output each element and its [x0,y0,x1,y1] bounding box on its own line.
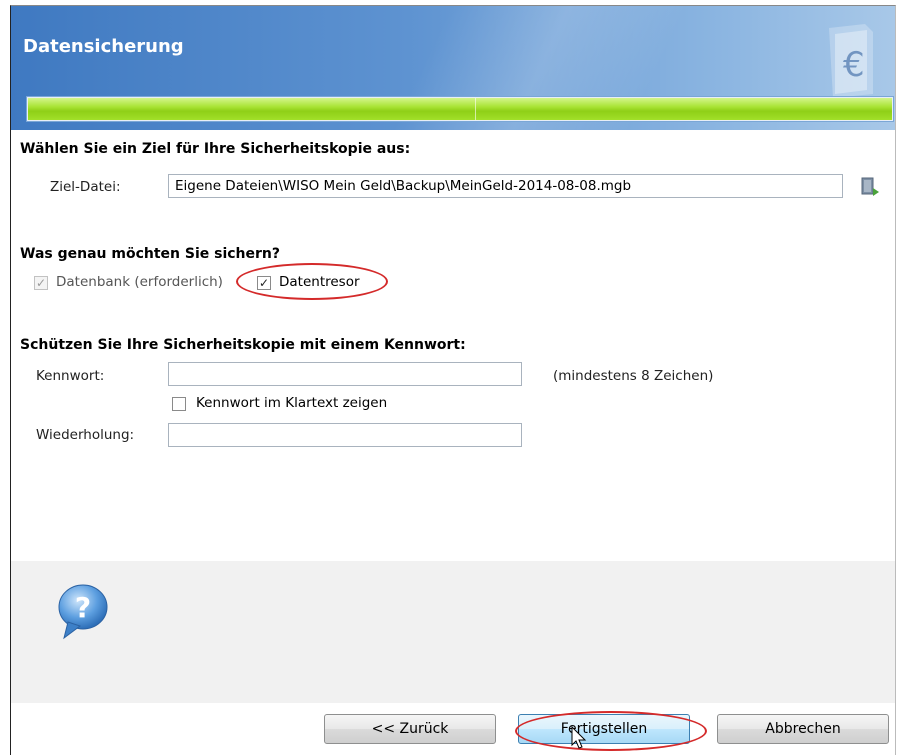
dialog-title: Datensicherung [23,36,184,57]
target-file-label: Ziel-Datei: [50,179,121,195]
euro-logo-icon: € [829,24,873,98]
folder-browse-icon[interactable] [860,176,880,198]
wizard-header: Datensicherung € [11,6,895,130]
target-heading: Wählen Sie ein Ziel für Ihre Sicherheits… [20,141,411,157]
datentresor-checkbox-label[interactable]: Datentresor [279,274,360,290]
finish-button[interactable]: Fertigstellen [518,714,690,744]
database-checkbox: ✓ [34,276,48,290]
svg-text:€: € [843,45,865,85]
password-heading: Schützen Sie Ihre Sicherheitskopie mit e… [20,337,466,353]
password-label: Kennwort: [36,368,105,384]
back-button[interactable]: << Zurück [324,714,496,744]
repeat-input[interactable] [168,423,522,447]
cancel-button[interactable]: Abbrechen [717,714,889,744]
database-checkbox-label: Datenbank (erforderlich) [56,274,223,290]
repeat-label: Wiederholung: [36,427,135,443]
password-hint: (mindestens 8 Zeichen) [553,368,714,384]
datentresor-checkbox[interactable]: ✓ [257,276,271,290]
show-plaintext-checkbox[interactable] [172,397,186,411]
mouse-cursor-icon [571,726,587,749]
help-panel [11,561,895,703]
svg-text:?: ? [75,591,91,624]
progress-fill [28,98,892,120]
help-question-icon[interactable]: ? [52,580,114,642]
target-file-input[interactable] [168,174,843,198]
show-plaintext-label[interactable]: Kennwort im Klartext zeigen [196,395,387,411]
scope-heading: Was genau möchten Sie sichern? [20,246,281,262]
password-input[interactable] [168,362,522,386]
wizard-progress-bar [26,96,894,122]
